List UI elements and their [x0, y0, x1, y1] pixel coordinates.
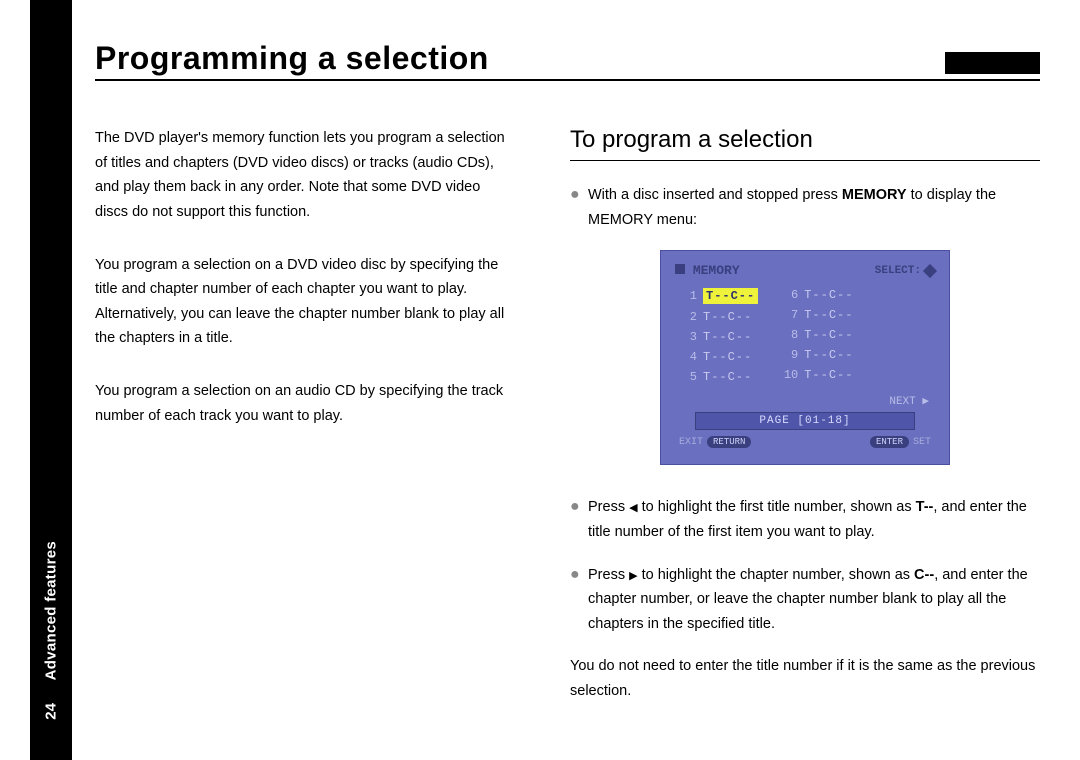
step-2-text: Press ◀ to highlight the first title num…: [588, 495, 1040, 544]
osd-bottom: EXITRETURN ENTERSET: [675, 436, 935, 448]
left-column: The DVD player's memory function lets yo…: [95, 126, 515, 704]
osd-figure: MEMORY SELECT: 1T--C-- 2T--C-- 3T--C-- 4…: [570, 250, 1040, 465]
diamond-icon: [923, 264, 937, 278]
columns: The DVD player's memory function lets yo…: [95, 126, 1040, 704]
osd-next: NEXT ▶: [675, 394, 929, 408]
step-2: ● Press ◀ to highlight the first title n…: [570, 495, 1040, 544]
note-text: You do not need to enter the title numbe…: [570, 654, 1040, 703]
right-arrow-icon: ▶: [629, 570, 637, 582]
osd-row: 7T--C--: [782, 308, 853, 322]
osd-row: 5T--C--: [681, 370, 758, 384]
subheading: To program a selection: [570, 126, 1040, 161]
osd-row: 10T--C--: [782, 368, 853, 382]
sidebar: Advanced features 24: [30, 0, 72, 760]
osd-grid: 1T--C-- 2T--C-- 3T--C-- 4T--C-- 5T--C-- …: [681, 288, 935, 384]
osd-row: 1T--C--: [681, 288, 758, 304]
memory-menu-screenshot: MEMORY SELECT: 1T--C-- 2T--C-- 3T--C-- 4…: [660, 250, 950, 465]
intro-para-2: You program a selection on a DVD video d…: [95, 253, 515, 352]
left-arrow-icon: ◀: [629, 502, 637, 514]
osd-row: 8T--C--: [782, 328, 853, 342]
osd-select-label: SELECT:: [875, 265, 935, 277]
osd-row: 3T--C--: [681, 330, 758, 344]
osd-highlighted-slot: T--C--: [703, 288, 758, 304]
osd-col-right: 6T--C-- 7T--C-- 8T--C-- 9T--C-- 10T--C--: [782, 288, 853, 384]
content: Programming a selection The DVD player's…: [95, 40, 1040, 704]
page-title: Programming a selection: [95, 40, 489, 77]
osd-col-left: 1T--C-- 2T--C-- 3T--C-- 4T--C-- 5T--C--: [681, 288, 758, 384]
osd-enter: ENTERSET: [870, 436, 931, 448]
osd-row: 9T--C--: [782, 348, 853, 362]
step-3: ● Press ▶ to highlight the chapter numbe…: [570, 563, 1040, 637]
step-3-text: Press ▶ to highlight the chapter number,…: [588, 563, 1040, 637]
section-label: Advanced features: [43, 541, 60, 680]
bullet-icon: ●: [570, 495, 588, 544]
manual-page: Advanced features 24 Programming a selec…: [0, 0, 1080, 760]
osd-row: 4T--C--: [681, 350, 758, 364]
osd-title: MEMORY: [675, 263, 740, 278]
intro-para-3: You program a selection on an audio CD b…: [95, 379, 515, 428]
stop-icon: [675, 264, 685, 274]
bullet-icon: ●: [570, 563, 588, 637]
title-row: Programming a selection: [95, 40, 1040, 81]
step-1-text: With a disc inserted and stopped press M…: [588, 183, 1040, 232]
bullet-icon: ●: [570, 183, 588, 232]
osd-page-indicator: PAGE [01-18]: [695, 412, 915, 430]
right-column: To program a selection ● With a disc ins…: [570, 126, 1040, 704]
intro-para-1: The DVD player's memory function lets yo…: [95, 126, 515, 225]
osd-row: 6T--C--: [782, 288, 853, 302]
title-accent-block: [945, 52, 1040, 74]
osd-row: 2T--C--: [681, 310, 758, 324]
step-1: ● With a disc inserted and stopped press…: [570, 183, 1040, 232]
osd-exit: EXITRETURN: [679, 436, 751, 448]
page-number: 24: [43, 703, 60, 720]
